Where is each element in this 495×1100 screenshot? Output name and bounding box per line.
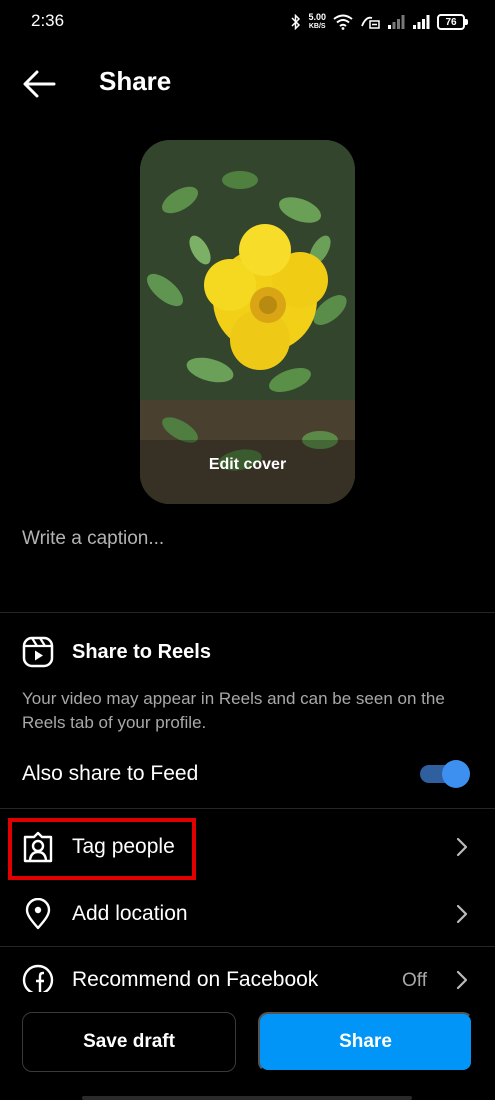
volte-icon [361,16,380,29]
wifi-icon [333,14,353,30]
share-to-feed-label: Also share to Feed [22,762,199,785]
toggle-knob [442,760,470,788]
navigation-handle[interactable] [82,1096,412,1100]
signal-icon-sim2 [413,15,430,29]
divider [0,946,495,947]
network-speed-value: 5.00 [308,12,326,22]
video-cover-preview[interactable]: Edit cover [140,140,355,504]
reels-icon [22,636,54,668]
signal-icon-sim1 [388,15,405,29]
back-button[interactable] [20,64,60,104]
bottom-action-bar: Save draft Share [0,992,495,1100]
recommend-facebook-label: Recommend on Facebook [72,968,319,991]
page-title: Share [99,66,172,96]
arrow-left-icon [23,70,56,98]
edit-cover-button[interactable]: Edit cover [140,456,355,474]
share-to-feed-toggle[interactable] [420,760,470,788]
status-icons: 5.00 KB/S 76 [291,11,468,33]
bluetooth-icon [291,14,301,30]
battery-level: 76 [445,16,457,28]
location-pin-icon [25,898,51,930]
add-location-row[interactable]: Add location [0,882,495,946]
battery-icon: 76 [437,14,468,30]
save-draft-button[interactable]: Save draft [22,1012,236,1072]
divider [0,808,495,809]
status-bar: 2:36 5.00 KB/S 76 [0,0,495,44]
divider [0,612,495,613]
chevron-right-icon [456,837,468,857]
share-to-reels-title: Share to Reels [72,641,211,663]
highlight-box [8,818,196,880]
recommend-facebook-value: Off [402,970,427,991]
share-to-reels-description: Your video may appear in Reels and can b… [22,689,445,732]
add-location-label: Add location [72,902,188,925]
cover-image [140,140,355,504]
chevron-right-icon [456,970,468,990]
caption-input[interactable]: Write a caption... [22,528,164,550]
status-time: 2:36 [31,11,65,30]
network-speed-unit: KB/S [308,23,326,30]
share-button[interactable]: Share [258,1012,473,1072]
network-speed: 5.00 KB/S [308,13,326,31]
chevron-right-icon [456,904,468,924]
